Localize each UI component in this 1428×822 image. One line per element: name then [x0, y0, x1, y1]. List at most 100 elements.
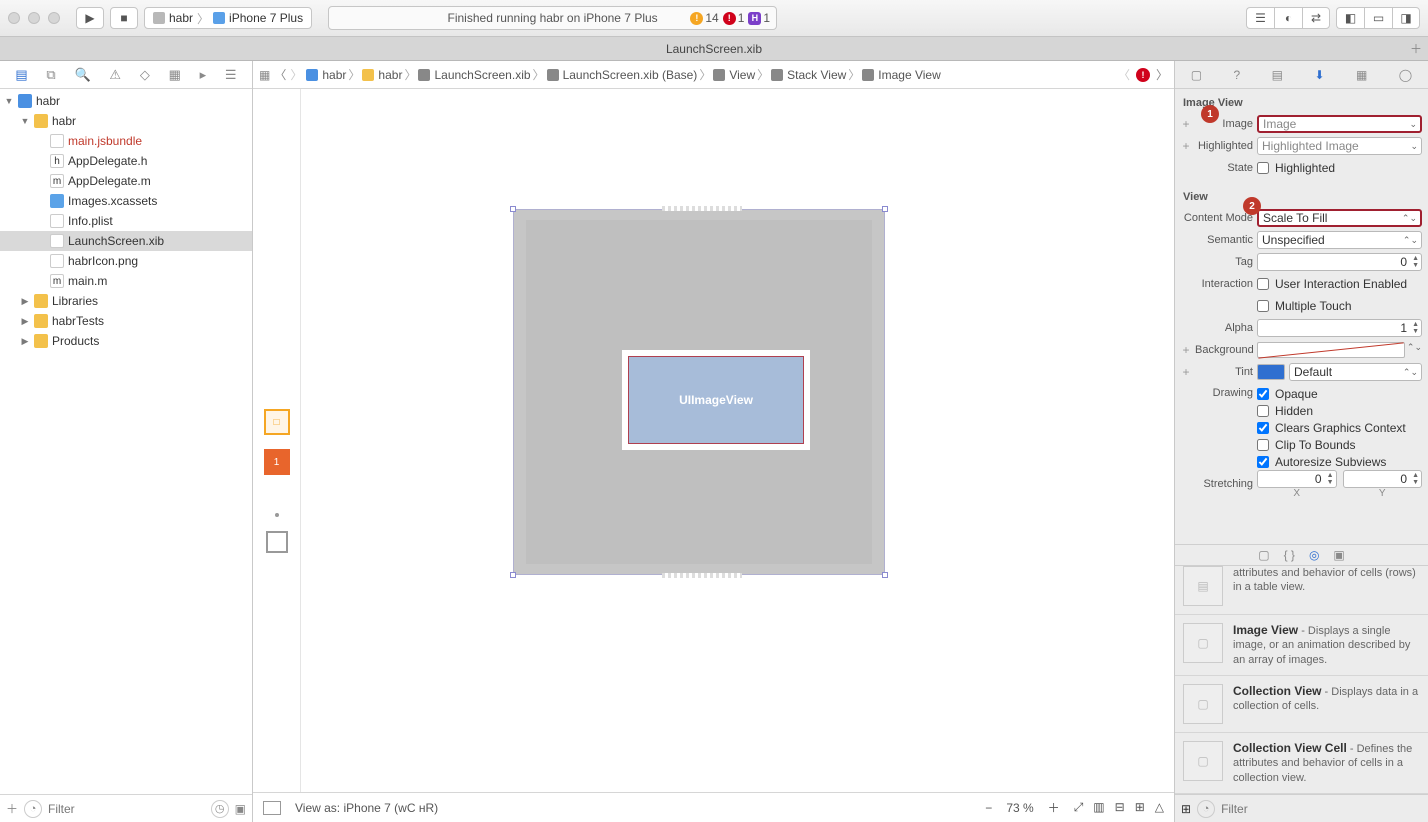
resolve-icon[interactable]: △	[1155, 800, 1164, 815]
jump-back-icon[interactable]: 〈	[1118, 66, 1130, 83]
size-inspector-icon[interactable]: ▦	[1356, 68, 1367, 82]
filter-scope-icon[interactable]: ◔	[24, 800, 42, 818]
tree-row[interactable]: main.jsbundle	[0, 131, 252, 151]
semantic-combo[interactable]: Unspecified⌃⌄	[1257, 231, 1422, 249]
embed-icon[interactable]: ▥	[1093, 800, 1104, 815]
source-control-icon[interactable]: ⧉	[46, 67, 55, 83]
add-property-icon[interactable]: +	[1181, 343, 1191, 357]
identity-inspector-icon[interactable]: ▤	[1272, 68, 1283, 82]
run-button[interactable]: ▶	[76, 7, 104, 29]
media-lib-icon[interactable]: ▣	[1333, 548, 1344, 562]
version-editor-button[interactable]: ⇄	[1302, 7, 1330, 29]
drawing-checkbox[interactable]: Clears Graphics Context	[1257, 421, 1422, 435]
drawing-checkbox[interactable]: Hidden	[1257, 404, 1422, 418]
library-item[interactable]: ▢Collection View Cell - Defines the attr…	[1175, 733, 1428, 794]
library-item[interactable]: ▢Image View - Displays a single image, o…	[1175, 615, 1428, 676]
library-filter-input[interactable]	[1221, 802, 1422, 816]
toggle-debug-button[interactable]: ▭	[1364, 7, 1392, 29]
file-inspector-icon[interactable]: ▢	[1191, 68, 1202, 82]
object-lib-icon[interactable]: ◎	[1309, 548, 1319, 562]
view-as-label[interactable]: View as: iPhone 7 (ᴡC ʜR)	[295, 801, 438, 815]
crumb[interactable]: habr	[306, 68, 346, 82]
test-icon[interactable]: ◇	[140, 67, 150, 83]
tree-row[interactable]: mAppDelegate.m	[0, 171, 252, 191]
add-property-icon[interactable]: +	[1181, 139, 1191, 153]
stack-view[interactable]: UIImageView	[526, 220, 872, 564]
files-owner-icon[interactable]: □	[264, 409, 290, 435]
tree-row[interactable]: Info.plist	[0, 211, 252, 231]
tree-row[interactable]: ▶habrTests	[0, 311, 252, 331]
toggle-inspector-button[interactable]: ◨	[1392, 7, 1420, 29]
tree-row[interactable]: ▶Products	[0, 331, 252, 351]
library-item[interactable]: ▤ attributes and behavior of cells (rows…	[1175, 566, 1428, 615]
file-template-lib-icon[interactable]: ▢	[1258, 548, 1269, 562]
zoom-in-button[interactable]: ＋	[1048, 799, 1060, 816]
crumb[interactable]: Image View	[862, 68, 940, 82]
image-combo[interactable]: Image⌄	[1257, 115, 1422, 133]
scene-view[interactable]: UIImageView	[513, 209, 885, 575]
crumb[interactable]: LaunchScreen.xib	[418, 68, 530, 82]
filter-scope-icon[interactable]: ◔	[1197, 800, 1215, 818]
stop-button[interactable]: ■	[110, 7, 138, 29]
crumb[interactable]: LaunchScreen.xib (Base)	[547, 68, 698, 82]
scheme-selector[interactable]: habr 〉 iPhone 7 Plus	[144, 7, 312, 29]
align-icon[interactable]: ⊟	[1115, 800, 1125, 815]
tree-row[interactable]: ▼habr	[0, 111, 252, 131]
disclosure-triangle-icon[interactable]: ▶	[20, 316, 30, 327]
tree-row[interactable]: ▼habr	[0, 91, 252, 111]
highlighted-combo[interactable]: Highlighted Image⌄	[1257, 137, 1422, 155]
tint-combo[interactable]: Default⌃⌄	[1289, 363, 1422, 381]
add-button[interactable]: ＋	[6, 800, 18, 817]
back-button[interactable]: 〈	[274, 66, 286, 83]
issue-icon[interactable]: ⚠	[109, 67, 121, 83]
assistant-editor-button[interactable]: ◐	[1274, 7, 1302, 29]
crumb[interactable]: View	[713, 68, 755, 82]
code-snippet-lib-icon[interactable]: { }	[1284, 548, 1295, 562]
navigator-filter-input[interactable]	[48, 802, 205, 816]
view-object-icon[interactable]	[266, 531, 288, 553]
tab-title[interactable]: LaunchScreen.xib	[666, 42, 762, 56]
disclosure-triangle-icon[interactable]: ▼	[20, 116, 30, 126]
minimize-icon[interactable]	[28, 12, 40, 24]
library-item[interactable]: ▢Collection View - Displays data in a co…	[1175, 676, 1428, 733]
background-colorwell[interactable]	[1257, 342, 1405, 358]
tree-row[interactable]: mmain.m	[0, 271, 252, 291]
issue-indicator-icon[interactable]: !	[1136, 68, 1150, 82]
multiple-touch-checkbox[interactable]: Multiple Touch	[1257, 299, 1422, 313]
connections-inspector-icon[interactable]: ◯	[1399, 68, 1412, 82]
zoom-icon[interactable]	[48, 12, 60, 24]
new-tab-button[interactable]: ＋	[1410, 40, 1422, 57]
stretch-y-field[interactable]: 0▲▼	[1343, 470, 1423, 488]
report-icon[interactable]: ☰	[225, 67, 237, 83]
zoom-out-button[interactable]: −	[985, 801, 992, 815]
breakpoint-icon[interactable]: ▸	[200, 67, 207, 83]
help-inspector-icon[interactable]: ?	[1234, 68, 1241, 82]
outline-toggle-button[interactable]	[263, 801, 281, 815]
disclosure-triangle-icon[interactable]: ▼	[4, 96, 14, 106]
disclosure-triangle-icon[interactable]: ▶	[20, 336, 30, 347]
drawing-checkbox[interactable]: Autoresize Subviews	[1257, 455, 1422, 469]
crumb[interactable]: Stack View	[771, 68, 846, 82]
project-navigator-icon[interactable]: ▤	[15, 67, 27, 83]
grid-view-icon[interactable]: ⊞	[1181, 802, 1191, 816]
recent-filter-icon[interactable]: ◷	[211, 800, 229, 818]
debug-icon[interactable]: ▦	[169, 67, 181, 83]
tree-row[interactable]: LaunchScreen.xib	[0, 231, 252, 251]
attributes-inspector-icon[interactable]: ⬇	[1314, 68, 1324, 82]
add-property-icon[interactable]: +	[1181, 365, 1191, 379]
tree-row[interactable]: Images.xcassets	[0, 191, 252, 211]
standard-editor-button[interactable]: ☰	[1246, 7, 1274, 29]
jump-forward-icon[interactable]: 〉	[1156, 66, 1168, 83]
first-responder-icon[interactable]: 1	[264, 449, 290, 475]
toggle-navigator-button[interactable]: ◧	[1336, 7, 1364, 29]
close-icon[interactable]	[8, 12, 20, 24]
tree-row[interactable]: hAppDelegate.h	[0, 151, 252, 171]
pin-icon[interactable]: ⊞	[1135, 800, 1145, 815]
ib-canvas[interactable]: UIImageView	[301, 89, 1174, 792]
tag-field[interactable]: 0▲▼	[1257, 253, 1422, 271]
image-view-container[interactable]: UIImageView	[622, 350, 810, 450]
crumb[interactable]: habr	[362, 68, 402, 82]
update-frames-icon[interactable]: ⤢	[1074, 800, 1084, 815]
content-mode-combo[interactable]: Scale To Fill⌃⌄	[1257, 209, 1422, 227]
resize-handle-icon[interactable]	[662, 573, 742, 578]
